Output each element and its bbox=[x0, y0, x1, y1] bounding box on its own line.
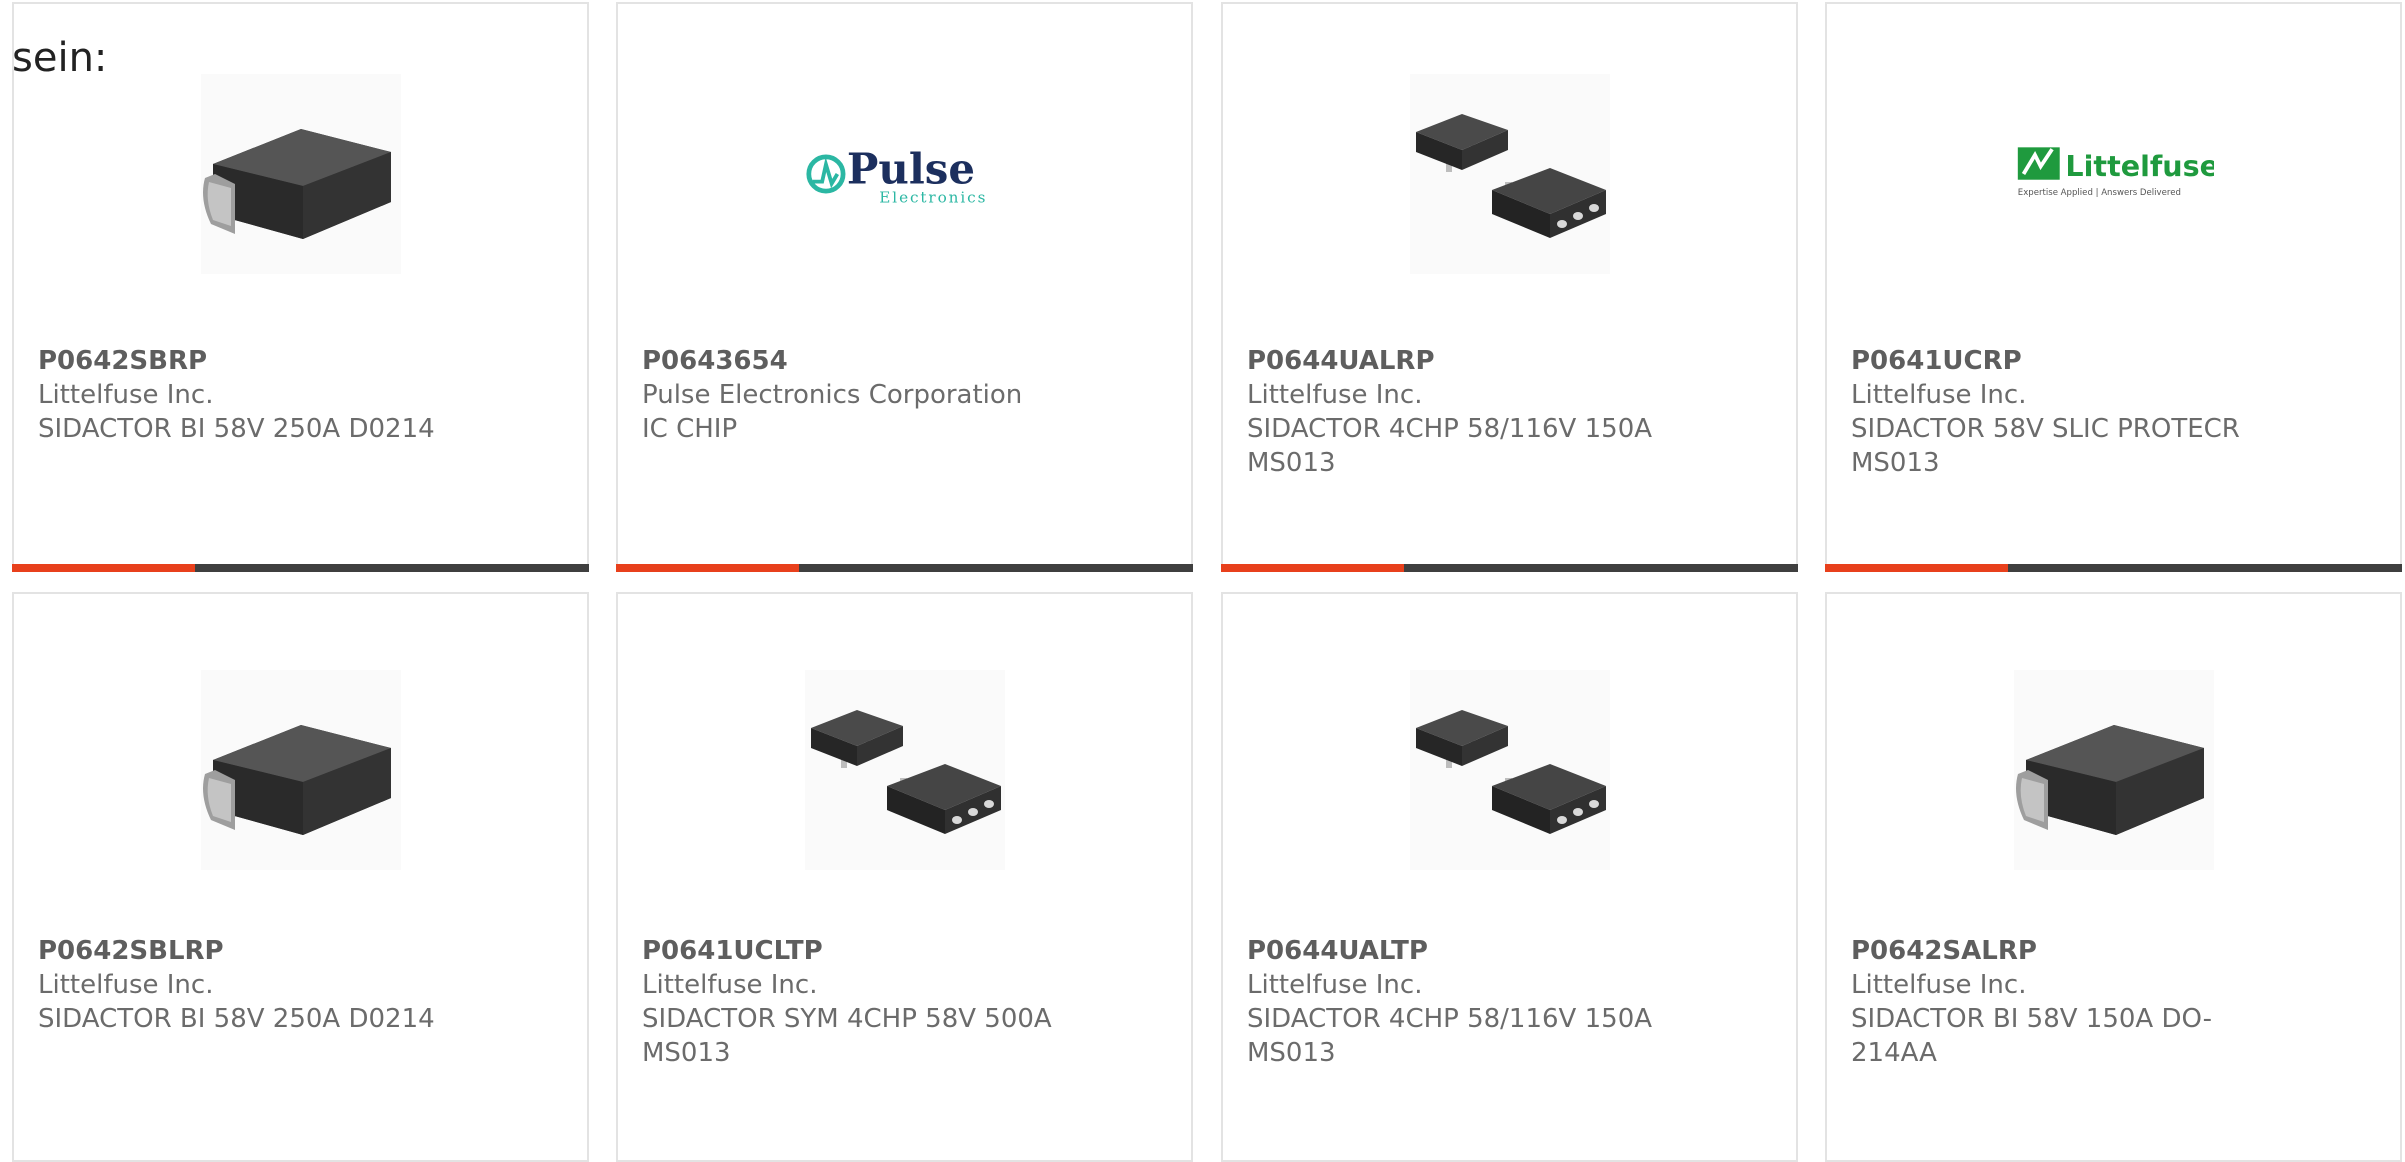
product-card[interactable]: Pulse Electronics P0643654 Pulse Electro… bbox=[616, 2, 1193, 572]
product-description: SIDACTOR BI 58V 250A D0214 bbox=[38, 1004, 435, 1034]
card-accent-bar bbox=[12, 564, 195, 572]
manufacturer-name: Littelfuse Inc. bbox=[38, 970, 214, 1000]
card-accent-bar bbox=[616, 564, 799, 572]
littelfuse-logo-tagline: Expertise Applied | Answers Delivered bbox=[2017, 188, 2180, 198]
part-number[interactable]: P0643654 bbox=[642, 344, 1167, 378]
product-description: SIDACTOR 4CHP 58/116V 150A MS013 bbox=[1247, 414, 1653, 478]
product-description: SIDACTOR 4CHP 58/116V 150A MS013 bbox=[1247, 1004, 1653, 1068]
section-heading: sein: bbox=[12, 35, 108, 81]
product-card[interactable]: P0642SALRP Littelfuse Inc. SIDACTOR BI 5… bbox=[1825, 592, 2402, 1162]
pulse-logo-text: Pulse bbox=[846, 145, 974, 194]
product-info: P0642SBRP Littelfuse Inc. SIDACTOR BI 58… bbox=[38, 344, 563, 446]
ms013-package-icon bbox=[804, 670, 1005, 870]
product-description: SIDACTOR 58V SLIC PROTECR MS013 bbox=[1851, 414, 2240, 478]
manufacturer-name: Pulse Electronics Corporation bbox=[642, 380, 1023, 410]
manufacturer-name: Littelfuse Inc. bbox=[642, 970, 818, 1000]
product-info: P0642SALRP Littelfuse Inc. SIDACTOR BI 5… bbox=[1851, 934, 2376, 1070]
card-bottom-bar bbox=[616, 564, 1193, 572]
manufacturer-name: Littelfuse Inc. bbox=[1851, 380, 2027, 410]
do214-package-icon bbox=[2013, 670, 2214, 870]
littelfuse-logo-text: Littelfuse bbox=[2065, 149, 2214, 183]
part-number[interactable]: P0641UCRP bbox=[1851, 344, 2376, 378]
product-grid: P0642SBRP Littelfuse Inc. SIDACTOR BI 58… bbox=[0, 0, 2405, 1162]
product-info: P0643654 Pulse Electronics Corporation I… bbox=[642, 344, 1167, 446]
part-number[interactable]: P0642SALRP bbox=[1851, 934, 2376, 968]
littelfuse-logo: Littelfuse Expertise Applied | Answers D… bbox=[2014, 74, 2214, 274]
product-description: SIDACTOR SYM 4CHP 58V 500A MS013 bbox=[642, 1004, 1052, 1068]
part-number[interactable]: P0642SBLRP bbox=[38, 934, 563, 968]
product-card[interactable]: P0642SBLRP Littelfuse Inc. SIDACTOR BI 5… bbox=[12, 592, 589, 1162]
card-accent-bar bbox=[1825, 564, 2008, 572]
part-number[interactable]: P0641UCLTP bbox=[642, 934, 1167, 968]
part-number[interactable]: P0642SBRP bbox=[38, 344, 563, 378]
pulse-electronics-logo: Pulse Electronics bbox=[805, 74, 1005, 274]
do214-package-icon bbox=[200, 74, 401, 274]
pulse-logo-subtext: Electronics bbox=[879, 189, 987, 207]
product-card[interactable]: Littelfuse Expertise Applied | Answers D… bbox=[1825, 2, 2402, 572]
product-card[interactable]: P0642SBRP Littelfuse Inc. SIDACTOR BI 58… bbox=[12, 2, 589, 572]
product-description: IC CHIP bbox=[642, 414, 738, 444]
part-number[interactable]: P0644UALTP bbox=[1247, 934, 1772, 968]
manufacturer-name: Littelfuse Inc. bbox=[1851, 970, 2027, 1000]
product-card[interactable]: P0644UALRP Littelfuse Inc. SIDACTOR 4CHP… bbox=[1221, 2, 1798, 572]
product-description: SIDACTOR BI 58V 150A DO-214AA bbox=[1851, 1004, 2213, 1068]
do214-package-icon bbox=[200, 670, 401, 870]
card-accent-bar bbox=[1221, 564, 1404, 572]
product-card[interactable]: P0641UCLTP Littelfuse Inc. SIDACTOR SYM … bbox=[616, 592, 1193, 1162]
product-info: P0641UCLTP Littelfuse Inc. SIDACTOR SYM … bbox=[642, 934, 1167, 1070]
product-card[interactable]: P0644UALTP Littelfuse Inc. SIDACTOR 4CHP… bbox=[1221, 592, 1798, 1162]
card-bottom-bar bbox=[1221, 564, 1798, 572]
manufacturer-name: Littelfuse Inc. bbox=[1247, 970, 1423, 1000]
product-description: SIDACTOR BI 58V 250A D0214 bbox=[38, 414, 435, 444]
card-bottom-bar bbox=[1825, 564, 2402, 572]
product-info: P0642SBLRP Littelfuse Inc. SIDACTOR BI 5… bbox=[38, 934, 563, 1036]
card-bottom-bar bbox=[12, 564, 589, 572]
product-info: P0644UALRP Littelfuse Inc. SIDACTOR 4CHP… bbox=[1247, 344, 1772, 480]
product-info: P0644UALTP Littelfuse Inc. SIDACTOR 4CHP… bbox=[1247, 934, 1772, 1070]
manufacturer-name: Littelfuse Inc. bbox=[1247, 380, 1423, 410]
manufacturer-name: Littelfuse Inc. bbox=[38, 380, 214, 410]
product-info: P0641UCRP Littelfuse Inc. SIDACTOR 58V S… bbox=[1851, 344, 2376, 480]
ms013-package-icon bbox=[1409, 74, 1610, 274]
part-number[interactable]: P0644UALRP bbox=[1247, 344, 1772, 378]
ms013-package-icon bbox=[1409, 670, 1610, 870]
